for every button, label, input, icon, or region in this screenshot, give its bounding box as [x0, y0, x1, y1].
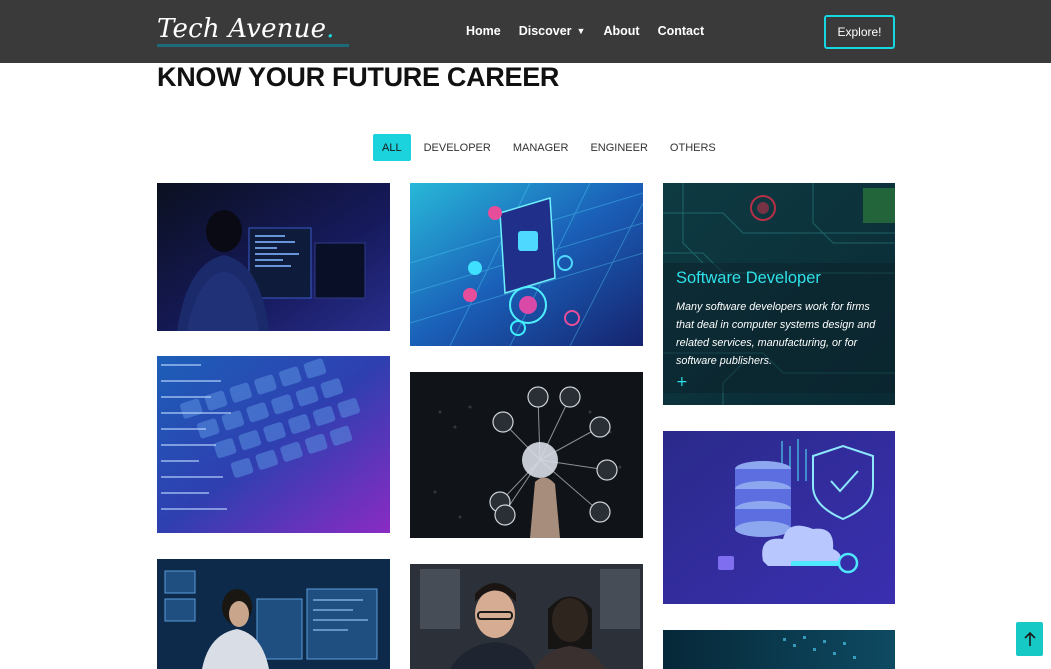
filter-developer[interactable]: DEVELOPER: [413, 134, 502, 161]
network-touch-image: [410, 372, 643, 538]
title-underline: [157, 44, 349, 47]
portfolio-item-keyboard[interactable]: [157, 356, 390, 533]
card-title: Software Developer: [676, 269, 821, 287]
nav-discover[interactable]: Discover ▼: [519, 24, 586, 38]
portfolio-item-network-touch[interactable]: [410, 372, 643, 538]
arrow-up-icon: [1023, 631, 1036, 646]
portfolio-item-security-phone[interactable]: [410, 183, 643, 346]
portfolio-item-cloud-database[interactable]: [663, 431, 895, 604]
back-to-top-button[interactable]: [1016, 622, 1043, 656]
card-description: Many software developers work for firms …: [676, 301, 876, 367]
filter-engineer[interactable]: ENGINEER: [579, 134, 658, 161]
nav-contact[interactable]: Contact: [658, 24, 705, 38]
brand-dot: .: [326, 14, 335, 44]
chevron-down-icon: ▼: [576, 26, 586, 36]
portfolio-item-software-developer[interactable]: Software Developer Many software develop…: [663, 183, 895, 405]
page-title: KNOW YOUR FUTURE CAREER: [157, 62, 560, 92]
portfolio-item-digital-lock[interactable]: [663, 630, 895, 669]
nav-home[interactable]: Home: [466, 24, 501, 38]
portfolio-item-team-laptop[interactable]: [410, 564, 643, 669]
nav-links: Home Discover ▼ About Contact: [466, 24, 722, 38]
filter-all[interactable]: ALL: [373, 134, 411, 161]
filter-manager[interactable]: MANAGER: [502, 134, 580, 161]
portfolio-item-coder-night[interactable]: [157, 183, 390, 331]
plus-icon[interactable]: +: [676, 374, 876, 390]
engineer-screens-image: [157, 559, 390, 669]
digital-lock-image: [663, 630, 895, 669]
portfolio-item-engineer-screens[interactable]: [157, 559, 390, 669]
card-caption: Software Developer Many software develop…: [676, 269, 876, 390]
nav-about[interactable]: About: [603, 24, 639, 38]
explore-button[interactable]: Explore!: [824, 15, 895, 49]
cloud-database-image: [663, 431, 895, 604]
team-laptop-image: [410, 564, 643, 669]
navbar: Tech Avenue. Home Discover ▼ About Contac…: [0, 0, 1051, 63]
nav-discover-label: Discover: [518, 24, 572, 38]
nav-about-label: About: [603, 24, 640, 38]
filter-others[interactable]: OTHERS: [659, 134, 727, 161]
coder-image: [157, 183, 390, 331]
portfolio-filters: ALL DEVELOPER MANAGER ENGINEER OTHERS: [373, 134, 727, 161]
nav-home-label: Home: [466, 24, 501, 38]
brand-name: Tech Avenue: [157, 14, 327, 44]
brand-logo[interactable]: Tech Avenue.: [157, 14, 335, 44]
nav-contact-label: Contact: [657, 24, 705, 38]
keyboard-image: [157, 356, 390, 533]
security-phone-image: [410, 183, 643, 346]
